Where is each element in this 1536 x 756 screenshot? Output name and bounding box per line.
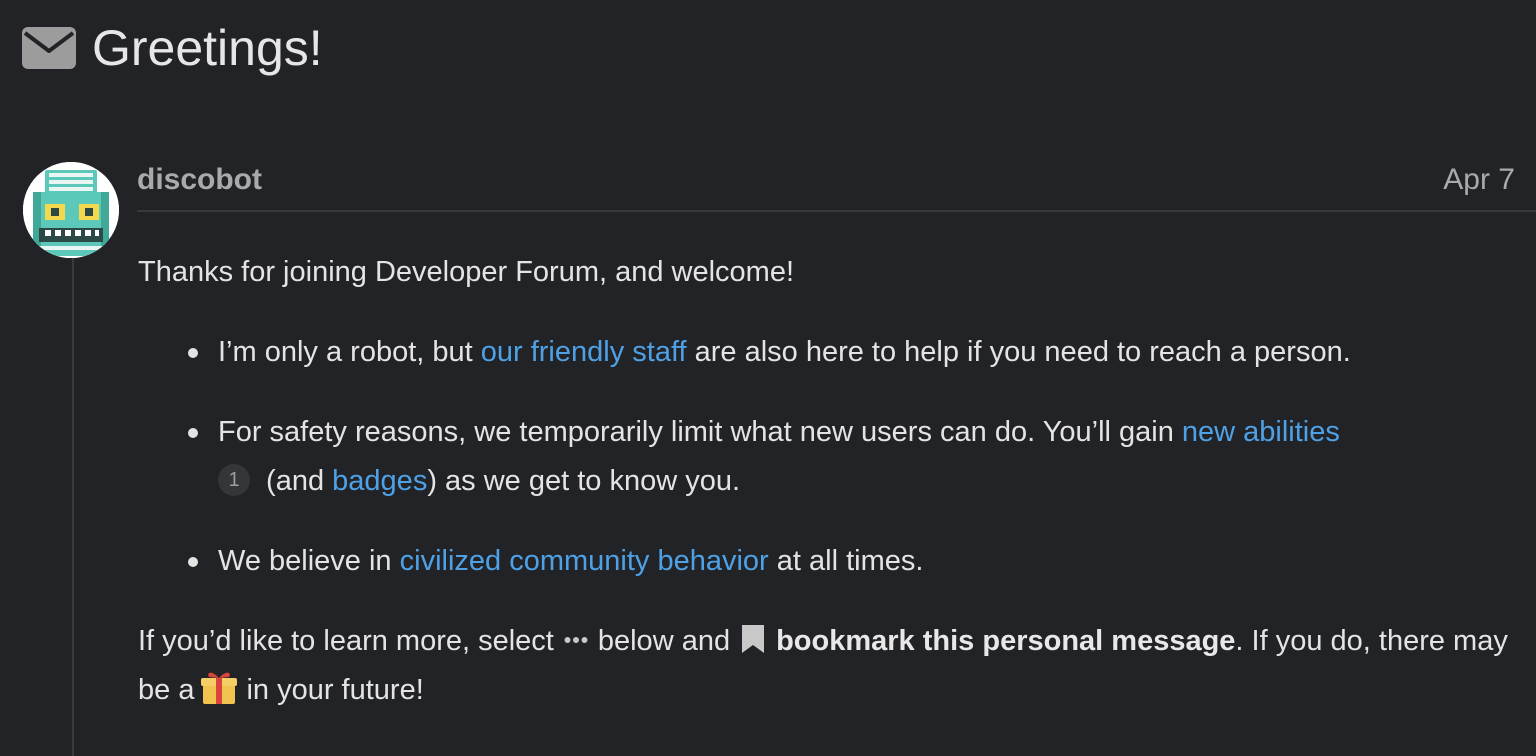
topic-title[interactable]: Greetings!: [92, 18, 323, 78]
outro-text: in your future!: [246, 674, 424, 706]
post-body: Thanks for joining Developer Forum, and …: [138, 248, 1518, 715]
bullet-text: at all times.: [768, 545, 924, 577]
list-item: For safety reasons, we temporarily limit…: [188, 408, 1518, 506]
envelope-icon: [22, 27, 76, 69]
list-item: We believe in civilized community behavi…: [188, 537, 1518, 586]
badges-link[interactable]: badges: [332, 465, 427, 497]
robot-avatar-icon: [23, 162, 119, 258]
outro-text: below and: [597, 625, 731, 657]
post-username[interactable]: discobot: [137, 162, 262, 198]
ellipsis-icon: [564, 637, 588, 644]
post-date[interactable]: Apr 7: [1443, 162, 1515, 198]
bullet-text: We believe in: [218, 545, 400, 577]
bullet-dot: [188, 428, 198, 438]
list-item: I’m only a robot, but our friendly staff…: [188, 328, 1518, 377]
bookmark-phrase: bookmark this personal message: [776, 625, 1236, 657]
bullet-text: For safety reasons, we temporarily limit…: [218, 416, 1182, 448]
bullet-dot: [188, 557, 198, 567]
civilized-behavior-link[interactable]: civilized community behavior: [400, 545, 769, 577]
thread-line: [72, 258, 74, 756]
bullet-text: I’m only a robot, but: [218, 336, 481, 368]
bullet-dot: [188, 348, 198, 358]
bullet-text: ) as we get to know you.: [427, 465, 741, 497]
new-abilities-link[interactable]: new abilities: [1182, 416, 1340, 448]
bullet-text: are also here to help if you need to rea…: [686, 336, 1351, 368]
friendly-staff-link[interactable]: our friendly staff: [481, 336, 687, 368]
topic-title-row: Greetings!: [22, 18, 323, 78]
outro-text: If you’d like to learn more, select: [138, 625, 554, 657]
post-bullet-list: I’m only a robot, but our friendly staff…: [138, 328, 1518, 586]
gift-icon: [201, 672, 238, 705]
post-outro: If you’d like to learn more, select below…: [138, 617, 1518, 715]
footnote-badge[interactable]: 1: [218, 464, 250, 497]
bookmark-icon: [742, 625, 765, 654]
post-header-divider: [137, 210, 1536, 212]
bullet-text: (and: [258, 465, 333, 497]
avatar[interactable]: [23, 162, 119, 258]
post-intro: Thanks for joining Developer Forum, and …: [138, 256, 795, 288]
message-page: Greetings! discobot Apr 7 Thanks for joi…: [0, 0, 1536, 756]
